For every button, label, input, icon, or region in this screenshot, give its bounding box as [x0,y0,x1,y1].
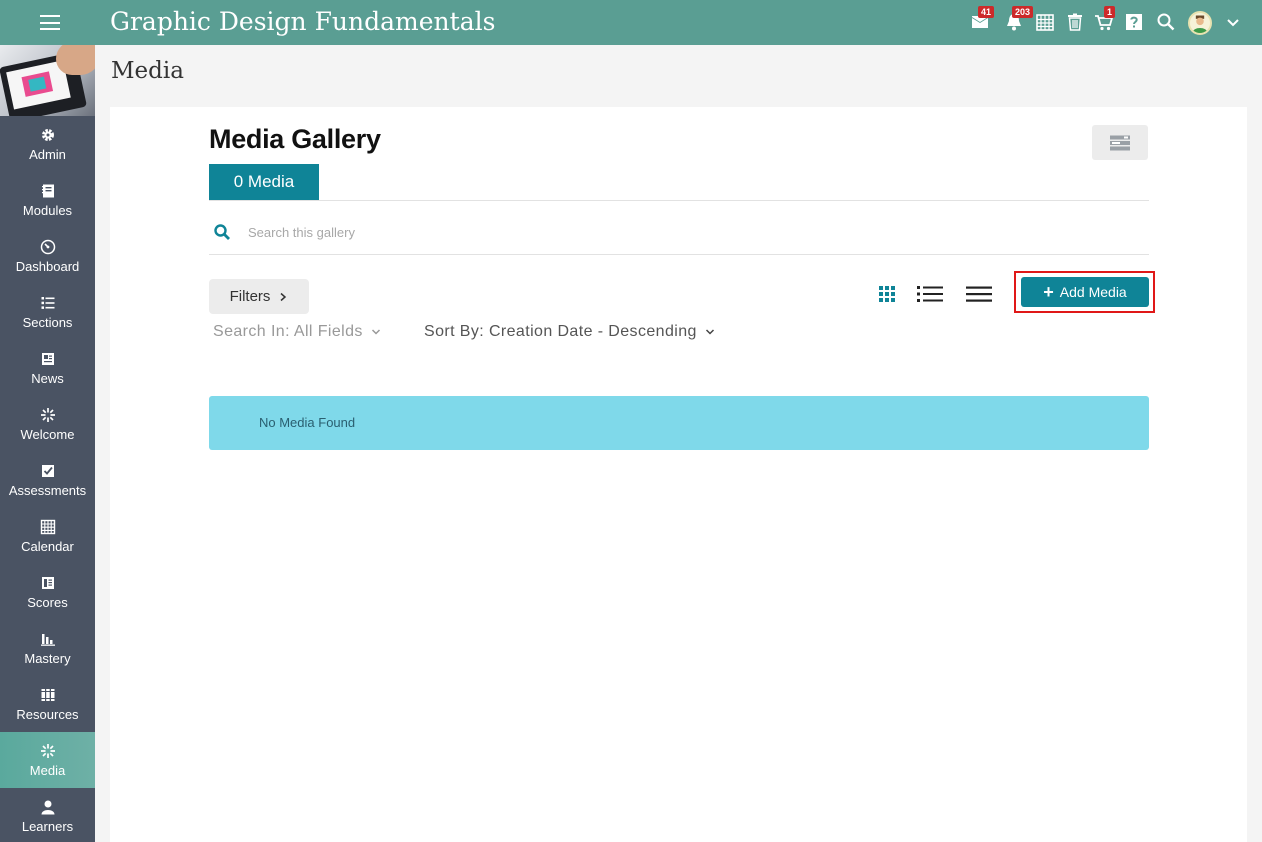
messages-icon[interactable]: 41 [970,6,995,34]
sidebar-item-label: Scores [27,594,68,610]
user-menu-chevron-down-icon[interactable] [1225,14,1241,30]
divider [209,200,1149,201]
search-icon[interactable] [1156,12,1176,34]
hand-image [56,45,95,75]
gallery-settings-button[interactable] [1092,125,1148,160]
gear-icon [40,127,56,143]
top-bar: Graphic Design Fundamentals 41 203 1 [0,0,1262,45]
chevron-right-icon [280,292,287,301]
notifications-badge: 203 [1012,6,1034,18]
sidebar-item-admin[interactable]: Admin [0,116,95,172]
calendar-icon[interactable] [1035,12,1055,34]
grid-view-icon [879,286,895,302]
search-in-dropdown[interactable]: Search In: All Fields [213,323,381,341]
add-media-button[interactable]: + Add Media [1021,277,1149,307]
sidebar-item-dashboard[interactable]: Dashboard [0,228,95,284]
help-icon[interactable] [1124,12,1144,34]
chevron-down-icon [705,329,714,335]
sidebar-item-label: Mastery [24,650,71,666]
sidebar-item-label: Welcome [20,426,75,442]
notebook-icon [40,183,56,199]
gallery-search-input[interactable] [248,217,1128,247]
course-thumbnail[interactable] [0,45,95,116]
server-settings-icon [1110,135,1130,150]
trash-icon[interactable] [1065,12,1085,34]
filters-button[interactable]: Filters [209,279,309,314]
sort-by-label: Sort By: Creation Date - Descending [424,323,697,340]
media-count-tab[interactable]: 0 Media [209,164,319,200]
media-gallery-panel: Media Gallery 0 Media Filters [110,107,1247,842]
person-icon [40,799,56,815]
avatar-person-icon [1192,15,1208,33]
sidebar: Admin Modules Dashboard Sections News We… [0,45,95,842]
sidebar-item-label: Learners [21,818,74,834]
search-in-label: Search In: All Fields [213,323,363,340]
sidebar-item-modules[interactable]: Modules [0,172,95,228]
sidebar-item-media[interactable]: Media [0,732,95,788]
books-icon [40,687,56,703]
list-view-icon [917,286,943,302]
sidebar-item-label: Modules [22,202,73,218]
user-avatar[interactable] [1188,11,1212,35]
sidebar-item-label: Calendar [21,538,74,554]
sidebar-item-label: Admin [29,146,66,162]
sidebar-item-news[interactable]: News [0,340,95,396]
plus-icon: + [1043,282,1054,302]
search-icon[interactable] [213,223,231,241]
messages-badge: 41 [978,6,995,18]
sidebar-item-resources[interactable]: Resources [0,676,95,732]
sidebar-item-label: Dashboard [15,258,80,274]
sidebar-item-learners[interactable]: Learners [0,788,95,842]
gauge-icon [40,239,56,255]
sidebar-item-label: Resources [16,706,79,722]
list-view-button[interactable] [915,282,945,306]
scorebook-icon [40,575,56,591]
chevron-down-icon [371,329,380,335]
checkbox-icon [40,463,56,479]
sort-by-dropdown[interactable]: Sort By: Creation Date - Descending [424,323,715,341]
notifications-icon[interactable]: 203 [1004,6,1034,34]
newspaper-icon [40,351,56,367]
cart-badge: 1 [1104,6,1116,18]
course-title[interactable]: Graphic Design Fundamentals [110,7,495,36]
sidebar-item-label: News [31,370,64,386]
sparkle-icon [40,743,56,759]
add-media-label: Add Media [1059,284,1127,300]
empty-state-message: No Media Found [259,415,356,430]
cart-icon[interactable]: 1 [1094,6,1116,34]
sidebar-item-scores[interactable]: Scores [0,564,95,620]
sidebar-item-assessments[interactable]: Assessments [0,452,95,508]
compact-view-button[interactable] [964,282,994,306]
menu-lines-icon [966,286,992,302]
gallery-title: Media Gallery [209,124,381,154]
menu-toggle-icon[interactable] [40,15,60,30]
filters-label: Filters [229,288,271,305]
sidebar-item-label: Assessments [8,482,87,498]
sidebar-item-welcome[interactable]: Welcome [0,396,95,452]
sparkle-icon [40,407,56,423]
list-icon [40,295,56,311]
bar-chart-icon [40,631,56,647]
divider [209,254,1149,255]
sidebar-item-mastery[interactable]: Mastery [0,620,95,676]
calendar-icon [40,519,56,535]
sidebar-item-label: Sections [22,314,73,330]
grid-view-button[interactable] [877,282,897,306]
empty-state-notice: No Media Found [209,396,1149,450]
sidebar-item-calendar[interactable]: Calendar [0,508,95,564]
sidebar-item-label: Media [29,762,66,778]
page-title: Media [111,58,184,84]
sidebar-item-sections[interactable]: Sections [0,284,95,340]
